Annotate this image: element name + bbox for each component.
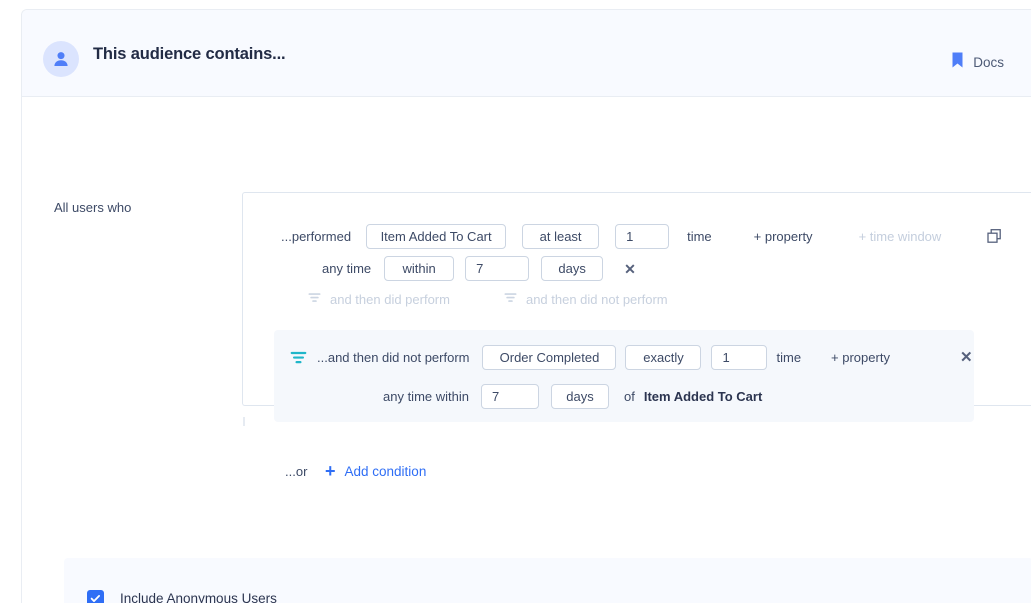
- plus-icon: +: [325, 462, 336, 480]
- nested-event-select[interactable]: Order Completed: [482, 345, 616, 370]
- nested-add-property-button[interactable]: + property: [831, 350, 890, 365]
- nested-operator-select[interactable]: exactly: [625, 345, 701, 370]
- of-label: of: [624, 389, 635, 404]
- or-label: ...or: [285, 464, 307, 479]
- and-then-did-perform-button[interactable]: and then did perform: [308, 291, 450, 307]
- time-unit-label: time: [687, 229, 712, 244]
- audience-panel: This audience contains... Docs All users…: [21, 9, 1031, 603]
- timeframe-value-input[interactable]: [465, 256, 529, 281]
- ghost-links-row: and then did perform and then did not pe…: [308, 291, 668, 307]
- connector-tick: [243, 417, 245, 426]
- nested-timeframe-label: any time within: [383, 389, 469, 404]
- nested-timeframe-value-input[interactable]: [481, 384, 539, 409]
- remove-timeframe-button[interactable]: ✕: [624, 262, 636, 276]
- docs-link[interactable]: Docs: [952, 52, 1004, 73]
- options-panel: Include Anonymous Users Include Historic…: [64, 558, 1031, 603]
- nested-condition-row: ...and then did not perform Order Comple…: [290, 345, 973, 370]
- all-users-label: All users who: [54, 200, 131, 215]
- docs-label: Docs: [973, 55, 1004, 70]
- and-then-did-not-perform-button[interactable]: and then did not perform: [504, 291, 668, 307]
- copy-icon[interactable]: [987, 229, 1002, 244]
- option-include-anonymous-users[interactable]: Include Anonymous Users: [87, 590, 277, 603]
- include-anonymous-users-label: Include Anonymous Users: [120, 590, 277, 603]
- timeframe-operator-select[interactable]: within: [384, 256, 454, 281]
- condition-row-timeframe: any time within days ✕: [322, 256, 636, 281]
- nested-remove-button[interactable]: ✕: [960, 350, 973, 365]
- add-property-button[interactable]: + property: [754, 229, 813, 244]
- and-then-did-not-perform-label: and then did not perform: [526, 292, 668, 307]
- nested-time-unit-label: time: [776, 350, 801, 365]
- event-select[interactable]: Item Added To Cart: [366, 224, 506, 249]
- filter-icon: [504, 291, 517, 307]
- add-time-window-button[interactable]: + time window: [859, 229, 942, 244]
- and-then-did-perform-label: and then did perform: [330, 292, 450, 307]
- nested-count-input[interactable]: [711, 345, 767, 370]
- timeframe-label: any time: [322, 261, 371, 276]
- performed-label: ...performed: [281, 229, 351, 244]
- filter-icon: [308, 291, 321, 307]
- panel-header: This audience contains... Docs: [22, 10, 1031, 97]
- add-condition-button[interactable]: + Add condition: [325, 462, 426, 480]
- user-avatar-icon: [43, 41, 79, 77]
- include-anonymous-users-checkbox[interactable]: [87, 590, 104, 603]
- of-event-label: Item Added To Cart: [644, 389, 762, 404]
- builder-body: All users who ...performed Item Added To…: [22, 97, 1031, 603]
- timeframe-unit-select[interactable]: days: [541, 256, 603, 281]
- filter-icon: [290, 349, 307, 366]
- add-condition-label: Add condition: [345, 464, 427, 479]
- bookmark-icon: [952, 52, 963, 73]
- nested-timeframe-row: any time within days of Item Added To Ca…: [383, 384, 762, 409]
- condition-row-primary: ...performed Item Added To Cart at least…: [281, 224, 1031, 249]
- nested-condition-label: ...and then did not perform: [317, 350, 469, 365]
- nested-timeframe-unit-select[interactable]: days: [551, 384, 609, 409]
- operator-select[interactable]: at least: [522, 224, 599, 249]
- audience-builder-screen: This audience contains... Docs All users…: [0, 0, 1031, 611]
- page-title: This audience contains...: [93, 45, 285, 64]
- count-input[interactable]: [615, 224, 669, 249]
